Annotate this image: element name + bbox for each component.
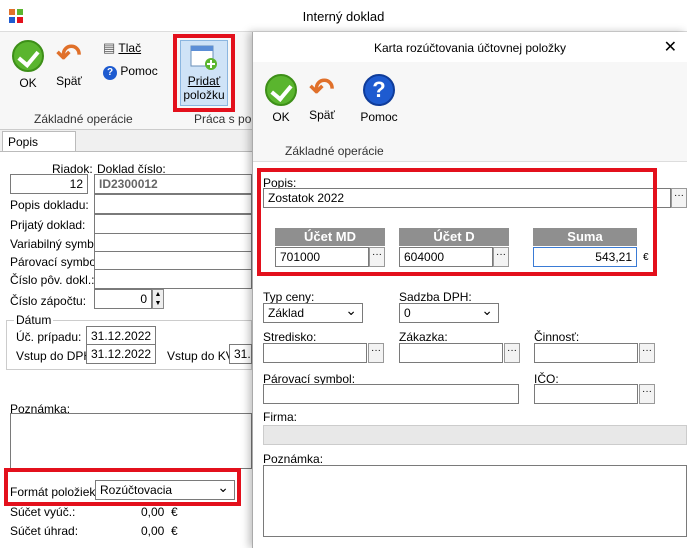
dialog-back-button[interactable]: ↶ Späť [305, 73, 339, 123]
undo-arrow-icon: ↶ [309, 73, 335, 106]
count-field[interactable]: 0 [94, 289, 152, 309]
dialog-title: Karta rozúčtovania účtovnej položky [373, 41, 567, 55]
dialog-help-button[interactable]: ? Pomoc [357, 74, 401, 124]
count-spinner[interactable]: ▲ ▼ [152, 289, 164, 309]
cinnost-field[interactable] [534, 343, 638, 363]
popis-lookup-button[interactable]: ··· [671, 188, 687, 208]
doc-number-field: ID2300012 [94, 174, 252, 194]
received-doc-field[interactable] [94, 214, 252, 234]
count-label: Číslo zápočtu: [10, 294, 87, 308]
tab-popis-dokladu[interactable]: Popis dokladu [2, 131, 76, 163]
paid-label: Súčet úhrad: [10, 524, 79, 538]
variable-symbol-field[interactable] [94, 233, 252, 253]
stredisko-label: Stredisko: [263, 330, 317, 344]
zakazka-lookup-button[interactable]: ··· [504, 343, 520, 363]
allocation-dialog: Karta rozúčtovania účtovnej položky ✕ OK… [252, 32, 687, 548]
window-title: Interný doklad [302, 9, 385, 24]
highlight-format [4, 468, 241, 506]
received-doc-label: Prijatý doklad: [10, 218, 86, 232]
checkmark-icon [265, 74, 297, 106]
variable-symbol-label: Variabilný symbol: [10, 237, 107, 251]
firma-field [263, 425, 687, 445]
printer-icon: ▤ [103, 40, 116, 55]
window-title-bar: Interný doklad [0, 0, 687, 32]
cinnost-lookup-button[interactable]: ··· [639, 343, 655, 363]
sadzba-label: Sadzba DPH: [399, 290, 472, 304]
group-label-items: Práca s polo [194, 112, 261, 126]
paid-value: 0,00 [141, 524, 165, 538]
sum-currency: € [171, 505, 178, 519]
vat-entry-label: Vstup do DPH [16, 349, 93, 363]
poznamka-label: Poznámka: [263, 452, 324, 466]
poznamka-field[interactable] [263, 465, 687, 537]
posting-date-label: Úč. prípadu: [16, 330, 82, 344]
orig-doc-field[interactable] [94, 269, 252, 289]
vat-entry-field[interactable]: 31.12.2022 [86, 344, 156, 364]
ico-field[interactable] [534, 384, 638, 404]
kv-entry-label: Vstup do KV: [167, 349, 237, 363]
dialog-group-label: Základné operácie [285, 144, 384, 158]
stredisko-field[interactable] [263, 343, 367, 363]
description-field[interactable] [94, 194, 252, 214]
checkmark-icon [12, 40, 44, 72]
orig-doc-label: Číslo pôv. dokl.: [10, 273, 95, 287]
pairing-symbol-label: Párovací symbol: [10, 255, 103, 269]
sum-label: Súčet vyúč.: [10, 505, 76, 519]
print-button[interactable]: ▤ Tlač [103, 40, 141, 56]
parovaci-field[interactable] [263, 384, 519, 404]
zakazka-label: Zákazka: [399, 330, 448, 344]
typ-ceny-select[interactable]: Základ [263, 302, 363, 323]
dialog-title-bar: Karta rozúčtovania účtovnej položky ✕ [253, 32, 687, 62]
paid-currency: € [171, 524, 178, 538]
highlight-add-item [173, 34, 235, 112]
help-icon: ? [363, 74, 395, 106]
posting-date-field[interactable]: 31.12.2022 [86, 326, 156, 346]
undo-arrow-icon: ↶ [56, 39, 82, 72]
dialog-ok-button[interactable]: OK [263, 74, 299, 124]
cinnost-label: Činnosť: [534, 330, 580, 344]
help-button[interactable]: ? Pomoc [103, 64, 158, 80]
highlight-allocation [257, 168, 657, 276]
sadzba-select[interactable]: 0 [399, 302, 499, 323]
row-field[interactable]: 12 [10, 174, 88, 194]
description-label: Popis dokladu: [10, 198, 89, 212]
firma-label: Firma: [263, 410, 297, 424]
stredisko-lookup-button[interactable]: ··· [368, 343, 384, 363]
pairing-symbol-field[interactable] [94, 251, 252, 271]
help-icon: ? [103, 66, 117, 80]
kv-entry-field[interactable]: 31. [229, 344, 252, 364]
close-icon[interactable]: ✕ [664, 37, 677, 57]
note-field[interactable] [10, 413, 252, 469]
typ-ceny-label: Typ ceny: [263, 290, 315, 304]
back-button[interactable]: ↶ Späť [52, 39, 86, 89]
group-label-basic: Základné operácie [34, 112, 133, 126]
date-group-label: Dátum [14, 313, 54, 327]
ok-button[interactable]: OK [10, 40, 46, 90]
ico-lookup-button[interactable]: ··· [639, 384, 655, 404]
zakazka-field[interactable] [399, 343, 503, 363]
sum-value: 0,00 [141, 505, 165, 519]
